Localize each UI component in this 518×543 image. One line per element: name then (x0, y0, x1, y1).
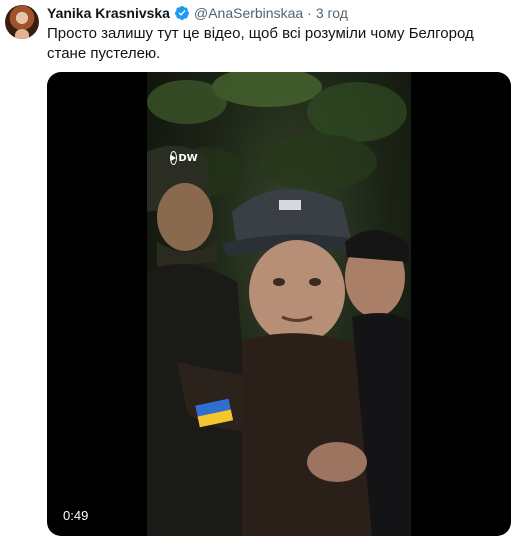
tweet-text: Просто залишу тут це відео, щоб всі розу… (47, 25, 474, 62)
author-name[interactable]: Yanika Krasnivska (47, 5, 170, 21)
video-frame[interactable]: DW (147, 72, 411, 536)
video-player[interactable]: DW 0:49 (47, 72, 511, 536)
dw-logo-icon: DW (170, 150, 198, 166)
tweet[interactable]: Yanika Krasnivska @AnaSerbinskaa · 3 год… (0, 0, 518, 543)
author-handle[interactable]: @AnaSerbinskaa (194, 5, 303, 21)
video-duration: 0:49 (59, 506, 93, 525)
author-avatar[interactable] (5, 5, 39, 39)
verified-badge-icon (174, 6, 189, 20)
dw-watermark-text: DW (178, 152, 198, 164)
tweet-time[interactable]: 3 год (316, 5, 348, 21)
header-separator: · (307, 5, 312, 21)
tweet-header: Yanika Krasnivska @AnaSerbinskaa · 3 год (47, 4, 348, 22)
video-scene (147, 145, 411, 536)
